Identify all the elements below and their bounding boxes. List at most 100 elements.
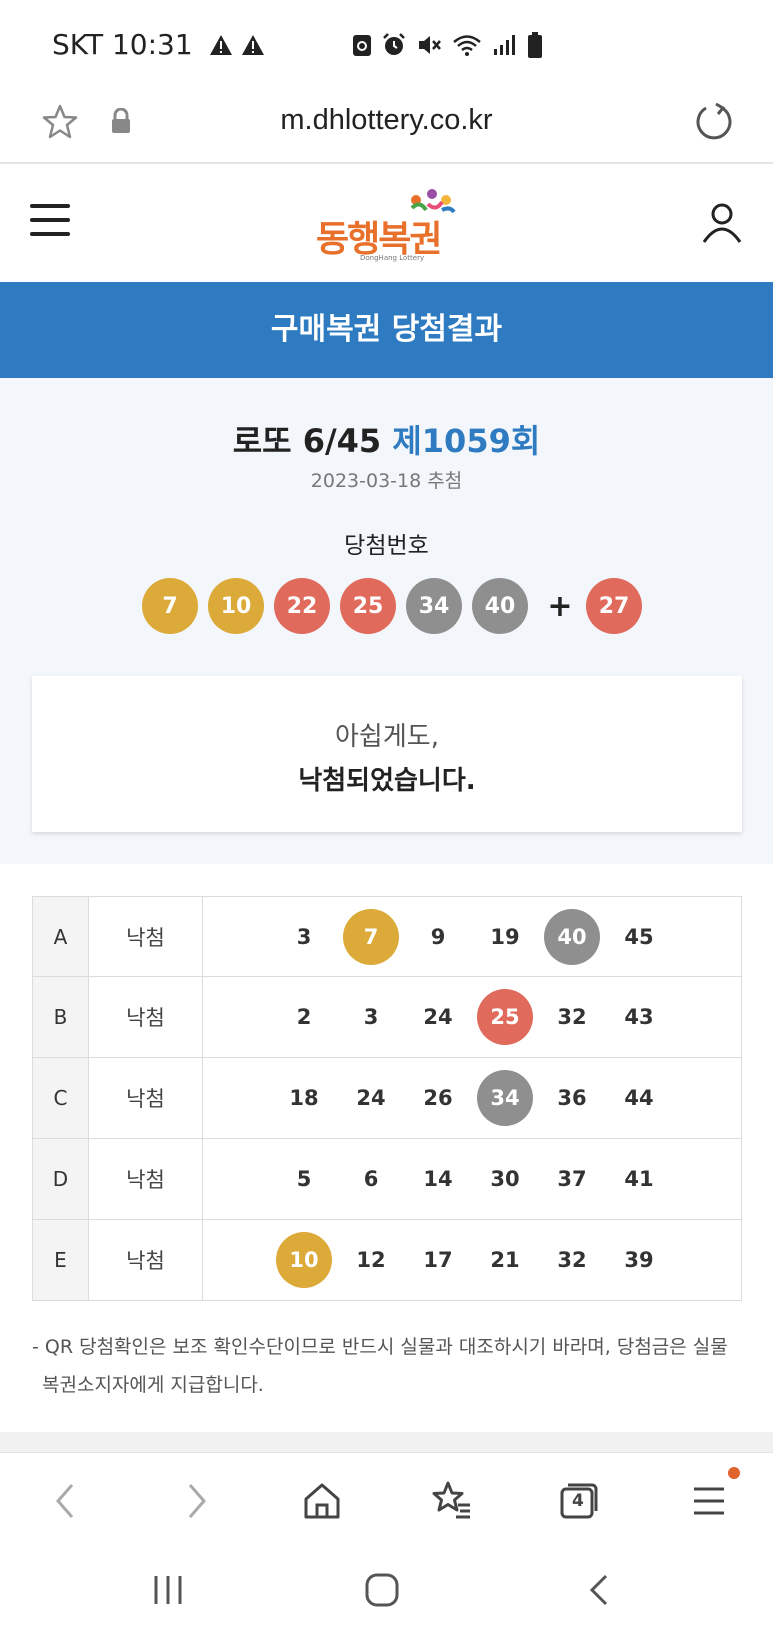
matched-number: 40: [544, 908, 600, 965]
game-status: 낙첨: [89, 1058, 203, 1138]
ticket-number: 5: [296, 1167, 312, 1191]
ticket-row: C 낙첨 18 24 26 34 36 44: [32, 1058, 742, 1139]
winning-numbers: 7 10 22 25 34 40 +27: [142, 578, 652, 634]
ticket-number: 6: [363, 1167, 379, 1191]
recycle-icon: [353, 35, 371, 56]
status-icons: [352, 32, 542, 58]
game-letter: A: [33, 897, 89, 976]
logo[interactable]: 동행복권 DongHang Lottery: [316, 186, 466, 266]
signal-icon: [494, 35, 515, 55]
logo-subtext: DongHang Lottery: [360, 254, 425, 262]
reload-icon[interactable]: [692, 100, 736, 144]
ticket-number: 45: [624, 924, 654, 949]
menu-lines-icon: [694, 1487, 724, 1515]
warning-icons: [209, 34, 265, 56]
user-icon[interactable]: [700, 200, 744, 244]
tabs-button[interactable]: 4: [554, 1475, 606, 1527]
result-message-line1: 아쉽게도,: [335, 722, 439, 752]
notification-dot: [728, 1467, 740, 1479]
qr-notice-line1: - QR 당첨확인은 보조 확인수단이므로 반드시 실물과 대조하시기 바라며,…: [32, 1336, 728, 1358]
game-letter: E: [33, 1220, 89, 1300]
ticket-number: 30: [490, 1167, 520, 1191]
draw-title: 로또 6/45 제1059회: [0, 416, 773, 462]
bonus-ball: 27: [586, 578, 642, 634]
browser-menu-button[interactable]: [684, 1467, 740, 1527]
back-nav-icon[interactable]: [580, 1570, 620, 1610]
ticket-row: A 낙첨 3 7 9 19 40 45: [32, 896, 742, 977]
home-nav-icon[interactable]: [362, 1570, 402, 1610]
ticket-number: 36: [557, 1086, 587, 1110]
ticket-row: B 낙첨 2 3 24 25 32 43: [32, 977, 742, 1058]
ticket-number: 32: [557, 1248, 587, 1272]
ticket-number: 44: [624, 1086, 654, 1110]
result-card: 아쉽게도, 낙첨되었습니다.: [32, 676, 742, 832]
site-header: 동행복권 DongHang Lottery: [0, 164, 773, 282]
game-numbers: 5 6 14 30 37 41: [203, 1139, 741, 1219]
game-letter: C: [33, 1058, 89, 1138]
ticket-row: D 낙첨 5 6 14 30 37 41: [32, 1139, 742, 1220]
ticket-number: 41: [624, 1167, 654, 1191]
game-numbers: 18 24 26 34 36 44: [203, 1058, 741, 1138]
matched-number: 25: [477, 989, 533, 1045]
winning-numbers-label: 당첨번호: [344, 533, 429, 559]
warning-icon: [241, 34, 264, 55]
back-icon[interactable]: [40, 1475, 92, 1527]
ticket-number: 2: [296, 1005, 312, 1029]
qr-notice-line2: 복권소지자에게 지급합니다.: [42, 1374, 264, 1396]
ticket-number: 21: [490, 1248, 520, 1272]
home-icon[interactable]: [296, 1475, 348, 1527]
forward-icon[interactable]: [170, 1475, 222, 1527]
game-letter: B: [33, 977, 89, 1057]
winning-ball: 40: [472, 578, 528, 634]
game-name: 로또 6/45: [232, 422, 382, 460]
ticket-number: 32: [557, 1005, 587, 1029]
ticket-number: 43: [624, 1005, 654, 1029]
matched-number: 7: [343, 908, 399, 965]
draw-round: 제1059회: [392, 422, 541, 460]
winning-ball: 34: [406, 578, 462, 634]
ticket-number: 12: [356, 1248, 386, 1272]
plus-sign: +: [547, 588, 573, 624]
game-status: 낙첨: [89, 1220, 203, 1300]
ticket-number: 19: [490, 924, 520, 949]
ticket-number: 37: [557, 1167, 587, 1191]
ticket-number: 18: [289, 1086, 319, 1110]
carrier-time: SKT 10:31: [52, 28, 193, 61]
draw-result-section: 로또 6/45 제1059회 2023-03-18 추첨 당첨번호 7 10 22 2…: [0, 378, 773, 864]
status-left: SKT 10:31: [52, 28, 265, 61]
android-nav-bar: [0, 1548, 773, 1632]
recent-apps-icon[interactable]: [148, 1570, 188, 1610]
matched-number: 10: [276, 1232, 332, 1288]
game-status: 낙첨: [89, 897, 203, 976]
game-numbers: 10 12 17 21 32 39: [203, 1220, 741, 1300]
game-numbers: 2 3 24 25 32 43: [203, 977, 741, 1057]
ticket-number: 14: [423, 1167, 453, 1191]
status-bar: SKT 10:31: [0, 0, 773, 90]
winning-ball: 7: [142, 578, 198, 634]
winning-ball: 22: [274, 578, 330, 634]
mute-icon: [419, 36, 441, 54]
result-message-line2: 낙첨되었습니다.: [298, 766, 476, 796]
matched-number: 34: [477, 1070, 533, 1126]
browser-url-bar: m.dhlottery.co.kr: [0, 90, 773, 164]
tabs-count: 4: [572, 1491, 584, 1511]
page-title-banner: 구매복권 당첨결과: [0, 282, 773, 378]
qr-notice: - QR 당첨확인은 보조 확인수단이므로 반드시 실물과 대조하시기 바라며,…: [32, 1328, 742, 1404]
winning-ball: 10: [208, 578, 264, 634]
ticket-number: 9: [430, 924, 446, 949]
ticket-number: 3: [363, 1005, 379, 1029]
ticket-number: 24: [356, 1086, 386, 1110]
game-numbers: 3 7 9 19 40 45: [203, 897, 741, 976]
bookmarks-icon[interactable]: [426, 1475, 478, 1527]
menu-icon[interactable]: [30, 204, 70, 240]
game-status: 낙첨: [89, 977, 203, 1057]
ticket-number: 26: [423, 1086, 453, 1110]
ticket-table: A 낙첨 3 7 9 19 40 45 B 낙첨 2 3 24 25 32 43 C 낙첨 18 24 26 34 36 44…: [32, 896, 742, 1301]
ticket-number: 39: [624, 1248, 654, 1272]
alarm-icon: [383, 33, 405, 55]
warning-icon: [209, 34, 232, 55]
url-text[interactable]: m.dhlottery.co.kr: [0, 104, 773, 137]
winning-ball: 25: [340, 578, 396, 634]
battery-icon: [528, 32, 542, 58]
draw-date: 2023-03-18 추첨: [310, 470, 463, 492]
